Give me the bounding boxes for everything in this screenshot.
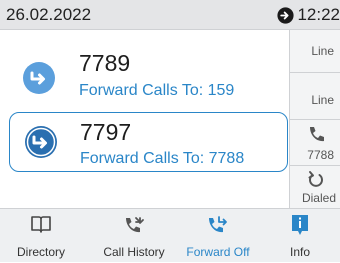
- forward-arrow-icon: [25, 126, 57, 158]
- dialed-key[interactable]: Dialed: [289, 166, 340, 208]
- directory-button[interactable]: Directory: [0, 209, 82, 263]
- call-history-button[interactable]: Call History: [90, 209, 178, 263]
- softkey-label: Forward Off: [186, 245, 250, 259]
- status-time: 12:22: [297, 5, 340, 24]
- line-key-1[interactable]: Line: [289, 30, 340, 73]
- line-key-label: Line: [311, 44, 334, 58]
- info-button[interactable]: Info: [270, 209, 330, 263]
- side-line-keys: Line Line 7788 Dialed: [289, 30, 340, 208]
- line-item[interactable]: 7789 Forward Calls To: 159: [9, 40, 286, 100]
- line-key-2[interactable]: Line: [289, 73, 340, 120]
- forward-off-button[interactable]: Forward Off: [176, 209, 260, 263]
- softkey-label: Call History: [103, 245, 165, 259]
- status-date: 26.02.2022: [6, 5, 92, 24]
- status-time-group: 12:22: [277, 5, 340, 25]
- info-icon: [292, 215, 308, 235]
- speed-dial-label: 7788: [307, 148, 334, 162]
- dialed-label: Dialed: [301, 191, 336, 205]
- call-history-icon: [126, 217, 144, 233]
- clock-icon: [277, 6, 295, 24]
- line-number: 7797: [80, 119, 132, 145]
- forward-status: Forward Calls To: 7788: [80, 150, 245, 167]
- softkey-bar: Directory Call History Forward Off Info: [0, 208, 340, 262]
- line-list: 7789 Forward Calls To: 159 7797 Forward …: [0, 30, 289, 208]
- redial-icon: [308, 171, 323, 187]
- phone-icon: [310, 127, 324, 142]
- forward-arrow-icon: [23, 62, 55, 94]
- line-item-selected[interactable]: 7797 Forward Calls To: 7788: [9, 112, 288, 172]
- line-number: 7789: [79, 50, 131, 76]
- line-key-label: Line: [311, 93, 334, 107]
- status-bar: 26.02.2022 12:22: [0, 0, 340, 30]
- speed-dial-key[interactable]: 7788: [289, 120, 340, 166]
- forward-status: Forward Calls To: 159: [79, 82, 235, 99]
- softkey-label: Directory: [16, 245, 65, 259]
- forward-phone-icon: [209, 216, 227, 233]
- softkey-label: Info: [289, 245, 310, 259]
- book-icon: [31, 216, 51, 233]
